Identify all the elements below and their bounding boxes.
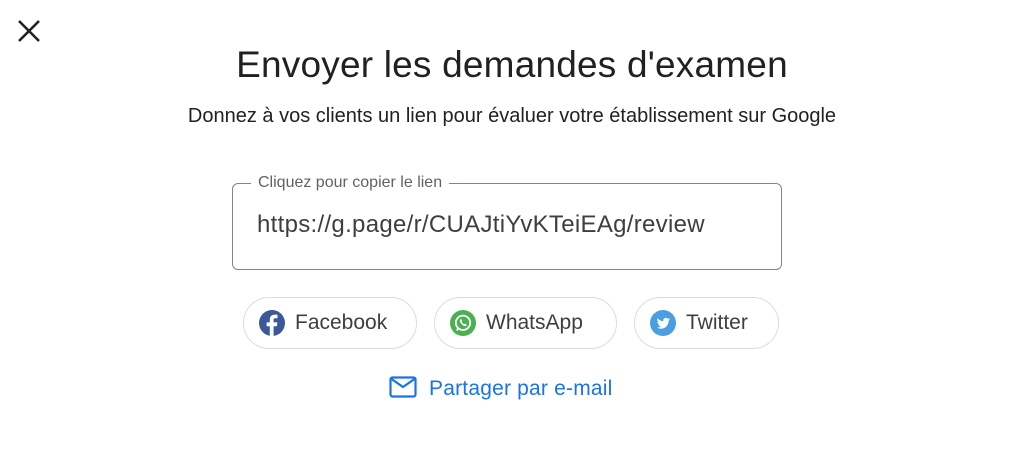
- dialog-subtitle: Donnez à vos clients un lien pour évalue…: [187, 105, 837, 127]
- twitter-share-button[interactable]: Twitter: [634, 297, 779, 349]
- facebook-share-label: Facebook: [295, 311, 388, 334]
- facebook-share-button[interactable]: Facebook: [243, 297, 417, 349]
- review-link-label: Cliquez pour copier le lien: [251, 172, 450, 194]
- whatsapp-share-label: WhatsApp: [486, 311, 583, 334]
- email-share-label: Partager par e-mail: [429, 377, 613, 400]
- whatsapp-share-button[interactable]: WhatsApp: [434, 297, 617, 349]
- facebook-icon: [258, 309, 286, 337]
- whatsapp-icon: [449, 309, 477, 337]
- mail-icon: [389, 375, 417, 403]
- twitter-icon: [649, 309, 677, 337]
- review-link-value[interactable]: https://g.page/r/CUAJtiYvKTeiEAg/review: [257, 211, 705, 239]
- review-link-field[interactable]: Cliquez pour copier le lien https://g.pa…: [232, 172, 782, 270]
- dialog-title: Envoyer les demandes d'examen: [236, 44, 788, 85]
- twitter-share-label: Twitter: [686, 311, 748, 334]
- email-share-button[interactable]: Partager par e-mail: [389, 372, 613, 406]
- review-request-dialog: Envoyer les demandes d'examen Donnez à v…: [0, 0, 1024, 470]
